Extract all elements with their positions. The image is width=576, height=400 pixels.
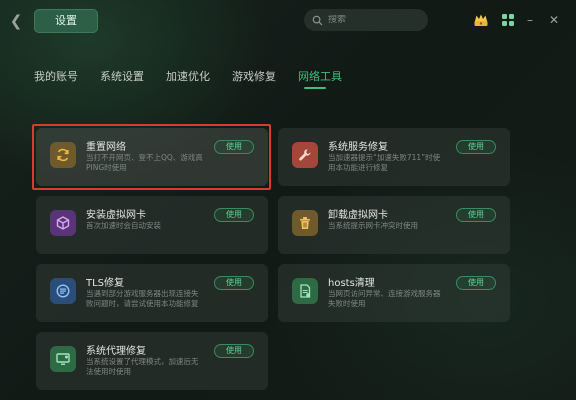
crown-icon[interactable] [473, 12, 489, 28]
card-title: 系统代理修复 [86, 346, 146, 357]
card-description: 当系统设置了代理模式，加速后无法使用时使用 [86, 357, 199, 376]
card-install-virtual-nic[interactable]: 安装虚拟网卡 首次加速时会自动安装 使用 [36, 196, 268, 254]
hosts-file-icon [292, 278, 318, 304]
card-description: 首次加速时会自动安装 [86, 221, 161, 230]
use-button[interactable]: 使用 [214, 276, 254, 290]
search-input[interactable] [328, 15, 418, 25]
use-button[interactable]: 使用 [456, 140, 496, 154]
card-title: 重置网络 [86, 142, 126, 153]
card-title: 卸载虚拟网卡 [328, 210, 388, 221]
tls-icon [50, 278, 76, 304]
trash-icon [292, 210, 318, 236]
use-button[interactable]: 使用 [456, 208, 496, 222]
refresh-network-icon [50, 142, 76, 168]
use-button[interactable]: 使用 [214, 344, 254, 358]
search-icon [312, 15, 323, 25]
card-system-proxy-repair[interactable]: 系统代理修复 当系统设置了代理模式，加速后无法使用时使用 使用 [36, 332, 268, 390]
back-arrow-icon[interactable]: ❮ [8, 12, 24, 30]
card-hosts-cleanup[interactable]: hosts清理 当网页访问异常、连接游戏服务器失败时使用 使用 [278, 264, 510, 322]
monitor-icon [50, 346, 76, 372]
tab-bar: 我的账号 系统设置 加速优化 游戏修复 网络工具 [0, 62, 576, 92]
card-system-service-repair[interactable]: 系统服务修复 当加速器提示“加速失败711”时使用本功能进行修复 使用 [278, 128, 510, 186]
tab-acceleration[interactable]: 加速优化 [166, 68, 210, 84]
tab-network-tools[interactable]: 网络工具 [298, 68, 342, 84]
card-reset-network[interactable]: 重置网络 当打不开网页、登不上QQ、游戏高PING时使用 使用 [36, 128, 268, 186]
search-box[interactable] [304, 9, 428, 31]
card-description: 当打不开网页、登不上QQ、游戏高PING时使用 [86, 153, 203, 172]
tab-my-account[interactable]: 我的账号 [34, 68, 78, 84]
card-description: 当加速器提示“加速失败711”时使用本功能进行修复 [328, 153, 441, 172]
card-description: 当网页访问异常、连接游戏服务器失败时使用 [328, 289, 441, 308]
wrench-icon [292, 142, 318, 168]
card-title: TLS修复 [86, 278, 125, 289]
card-description: 当遇到部分游戏服务器出现连接失败问题时，请尝试使用本功能修复 [86, 289, 199, 308]
minimize-button[interactable]: – [524, 11, 536, 29]
card-title: hosts清理 [328, 278, 375, 289]
tab-game-repair[interactable]: 游戏修复 [232, 68, 276, 84]
close-button[interactable]: ✕ [548, 11, 560, 29]
use-button[interactable]: 使用 [456, 276, 496, 290]
settings-title-tab[interactable]: 设置 [34, 9, 98, 33]
card-description: 当系统提示网卡冲突时使用 [328, 221, 418, 230]
card-uninstall-virtual-nic[interactable]: 卸载虚拟网卡 当系统提示网卡冲突时使用 使用 [278, 196, 510, 254]
card-tls-repair[interactable]: TLS修复 当遇到部分游戏服务器出现连接失败问题时，请尝试使用本功能修复 使用 [36, 264, 268, 322]
use-button[interactable]: 使用 [214, 208, 254, 222]
apps-grid-icon[interactable] [500, 12, 516, 28]
use-button[interactable]: 使用 [214, 140, 254, 154]
card-title: 系统服务修复 [328, 142, 388, 153]
active-tab-underline [304, 87, 326, 89]
card-title: 安装虚拟网卡 [86, 210, 146, 221]
title-bar: ❮ 设置 – ✕ [0, 0, 576, 42]
cube-icon [50, 210, 76, 236]
tab-system-settings[interactable]: 系统设置 [100, 68, 144, 84]
